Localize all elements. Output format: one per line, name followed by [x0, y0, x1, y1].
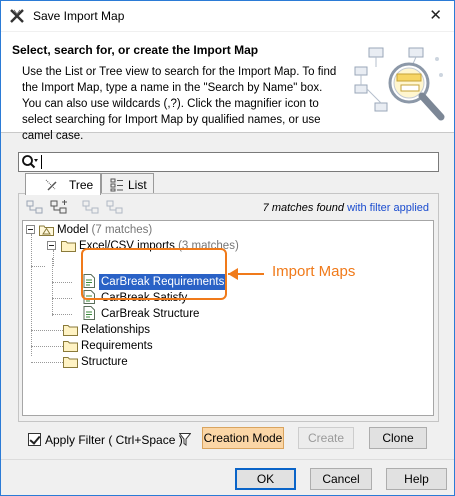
apply-filter-label: Apply Filter ( Ctrl+Space ) [45, 433, 183, 447]
tree-connector [31, 346, 63, 347]
callout-arrow-icon [228, 268, 238, 280]
model-match-count: (7 matches) [91, 224, 153, 236]
tree-node-model[interactable]: Model (7 matches) [57, 222, 152, 238]
ok-button[interactable]: OK [235, 468, 296, 490]
move-down-icon[interactable] [106, 200, 124, 214]
model-package-icon [39, 225, 54, 236]
tab-tree-label: Tree [69, 178, 94, 192]
header-title: Select, search for, or create the Import… [12, 43, 259, 57]
model-label: Model [57, 224, 89, 236]
tree-connector [31, 330, 63, 331]
search-tree-illustration-icon [354, 47, 445, 121]
folder-icon [63, 325, 78, 336]
close-icon[interactable]: ✕ [429, 6, 442, 24]
tree-connector [52, 298, 72, 299]
text-caret [41, 155, 42, 169]
help-button[interactable]: Help [386, 468, 447, 490]
tab-list[interactable]: List [101, 173, 154, 194]
move-up-icon[interactable] [82, 200, 100, 214]
tree-node-requirements[interactable]: Requirements [81, 338, 153, 354]
collapse-toggle[interactable] [47, 241, 56, 250]
match-count-text: 7 matches found [262, 202, 344, 214]
tab-tree[interactable]: Tree [25, 173, 101, 195]
app-logo-icon [10, 9, 24, 23]
expand-all-icon[interactable] [26, 200, 44, 214]
folder-icon [63, 341, 78, 352]
separator [1, 459, 454, 460]
search-by-name-field[interactable] [18, 152, 439, 172]
folder-icon [61, 241, 76, 252]
window-title: Save Import Map [33, 9, 125, 23]
folder-label: Relationships [81, 324, 151, 336]
tree-node-relationships[interactable]: Relationships [81, 322, 150, 338]
save-import-map-dialog: Save Import Map ✕ Select, search for, or… [0, 0, 455, 496]
collapse-toggle[interactable] [26, 225, 35, 234]
folder-label: Structure [81, 356, 128, 368]
tree-panel: 7 matches found with filter applied Mode… [18, 193, 439, 422]
apply-filter-checkbox[interactable] [28, 433, 41, 446]
tree-node-structure[interactable]: Structure [81, 354, 128, 370]
match-count: 7 matches found with filter applied [263, 202, 429, 214]
magnifier-icon[interactable] [21, 154, 39, 170]
header-description: Use the List or Tree view to search for … [22, 66, 337, 142]
list-icon [110, 178, 123, 192]
tree-connector [31, 234, 32, 356]
filter-applied-link[interactable]: with filter applied [347, 202, 429, 214]
tree-node-carbreak-structure[interactable]: CarBreak Structure [101, 306, 199, 322]
create-button[interactable]: Create [298, 427, 354, 449]
tree-connector [52, 258, 53, 316]
cancel-button[interactable]: Cancel [310, 468, 372, 490]
tree-connector [31, 362, 63, 363]
title-bar: Save Import Map ✕ [1, 1, 454, 31]
tree-connector [52, 282, 72, 283]
dialog-header: Select, search for, or create the Import… [1, 32, 454, 142]
tree-connector [52, 314, 72, 315]
tree-icon [45, 179, 57, 191]
folder-label: Requirements [81, 340, 153, 352]
filter-funnel-icon[interactable] [179, 433, 191, 446]
callout-label: Import Maps [272, 263, 356, 280]
map-label: CarBreak Structure [101, 308, 200, 320]
import-map-icon [83, 306, 95, 320]
creation-mode-button[interactable]: Creation Mode [202, 427, 284, 449]
tree-connector [53, 250, 54, 266]
search-input[interactable] [41, 154, 433, 170]
collapse-all-icon[interactable] [50, 200, 68, 214]
clone-button[interactable]: Clone [369, 427, 427, 449]
tab-list-label: List [128, 178, 147, 192]
import-maps-highlight [81, 248, 227, 300]
folder-icon [63, 357, 78, 368]
tree-connector [31, 266, 45, 267]
